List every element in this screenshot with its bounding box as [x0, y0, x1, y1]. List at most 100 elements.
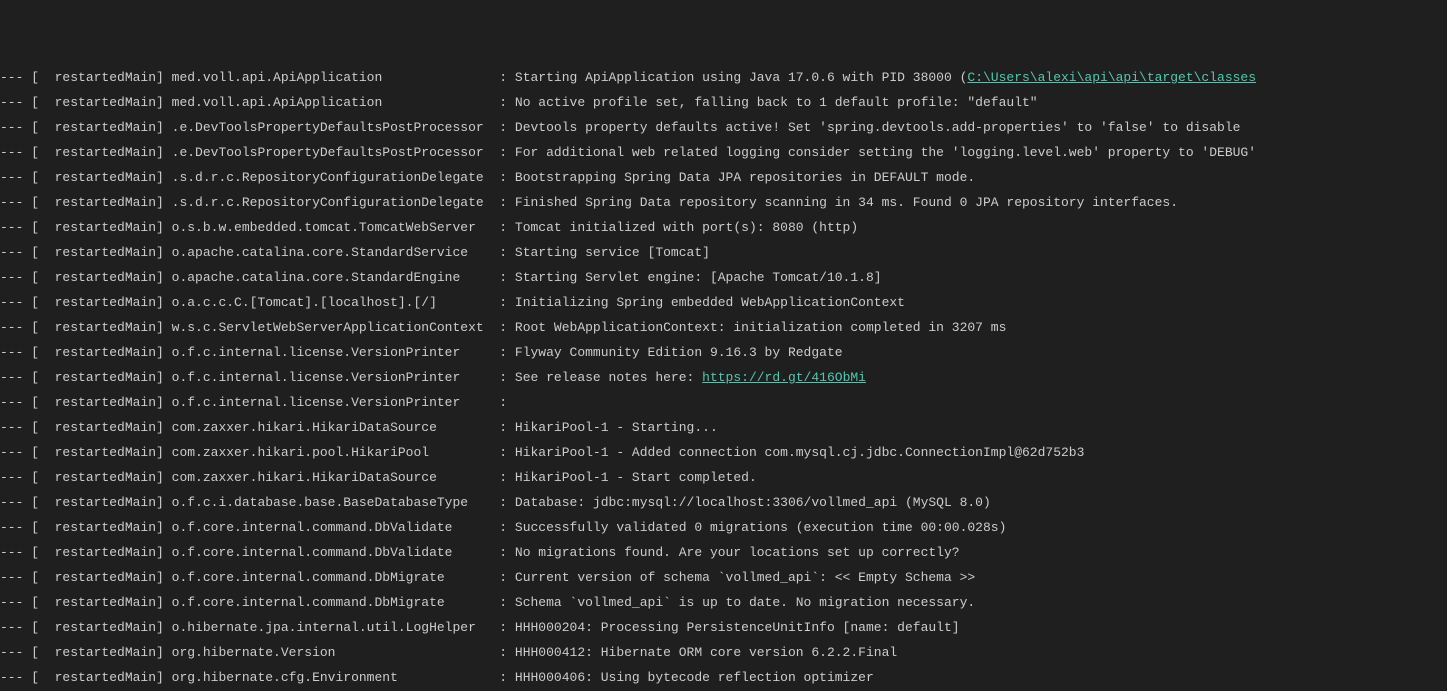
log-logger: org.hibernate.Version	[172, 645, 492, 660]
log-separator: :	[492, 170, 515, 185]
log-prefix: --- [ restartedMain]	[0, 670, 172, 685]
log-separator: :	[492, 445, 515, 460]
log-prefix: --- [ restartedMain]	[0, 345, 172, 360]
log-prefix: --- [ restartedMain]	[0, 520, 172, 535]
log-line: --- [ restartedMain] .e.DevToolsProperty…	[0, 140, 1447, 165]
log-message: HHH000406: Using bytecode reflection opt…	[515, 670, 874, 685]
log-message: Starting Servlet engine: [Apache Tomcat/…	[515, 270, 882, 285]
log-message: Root WebApplicationContext: initializati…	[515, 320, 1006, 335]
log-line: --- [ restartedMain] o.f.c.internal.lice…	[0, 390, 1447, 415]
log-line: --- [ restartedMain] o.f.core.internal.c…	[0, 540, 1447, 565]
log-message: For additional web related logging consi…	[515, 145, 1256, 160]
log-prefix: --- [ restartedMain]	[0, 270, 172, 285]
log-logger: com.zaxxer.hikari.HikariDataSource	[172, 470, 492, 485]
log-separator: :	[492, 670, 515, 685]
log-logger: .s.d.r.c.RepositoryConfigurationDelegate	[172, 195, 492, 210]
log-separator: :	[492, 195, 515, 210]
log-logger: o.f.core.internal.command.DbMigrate	[172, 570, 492, 585]
log-separator: :	[492, 470, 515, 485]
log-prefix: --- [ restartedMain]	[0, 570, 172, 585]
log-separator: :	[492, 370, 515, 385]
log-prefix: --- [ restartedMain]	[0, 370, 172, 385]
log-separator: :	[492, 295, 515, 310]
log-logger: w.s.c.ServletWebServerApplicationContext	[172, 320, 492, 335]
log-message: Tomcat initialized with port(s): 8080 (h…	[515, 220, 858, 235]
log-message: No migrations found. Are your locations …	[515, 545, 960, 560]
log-line: --- [ restartedMain] o.f.core.internal.c…	[0, 590, 1447, 615]
log-line: --- [ restartedMain] med.voll.api.ApiApp…	[0, 90, 1447, 115]
log-separator: :	[492, 145, 515, 160]
log-logger: med.voll.api.ApiApplication	[172, 70, 492, 85]
log-line: --- [ restartedMain] .s.d.r.c.Repository…	[0, 165, 1447, 190]
log-logger: com.zaxxer.hikari.pool.HikariPool	[172, 445, 492, 460]
log-line: --- [ restartedMain] o.f.core.internal.c…	[0, 515, 1447, 540]
log-message: Devtools property defaults active! Set '…	[515, 120, 1241, 135]
log-separator: :	[492, 70, 515, 85]
log-logger: med.voll.api.ApiApplication	[172, 95, 492, 110]
log-line: --- [ restartedMain] com.zaxxer.hikari.p…	[0, 440, 1447, 465]
log-line: --- [ restartedMain] o.apache.catalina.c…	[0, 240, 1447, 265]
log-logger: .e.DevToolsPropertyDefaultsPostProcessor	[172, 145, 492, 160]
log-prefix: --- [ restartedMain]	[0, 220, 172, 235]
log-logger: o.f.c.i.database.base.BaseDatabaseType	[172, 495, 492, 510]
log-separator: :	[492, 520, 515, 535]
log-logger: o.hibernate.jpa.internal.util.LogHelper	[172, 620, 492, 635]
log-message: Schema `vollmed_api` is up to date. No m…	[515, 595, 975, 610]
log-separator: :	[492, 495, 515, 510]
log-message: No active profile set, falling back to 1…	[515, 95, 1038, 110]
log-prefix: --- [ restartedMain]	[0, 595, 172, 610]
log-message-pre: Starting ApiApplication using Java 17.0.…	[515, 70, 967, 85]
log-separator: :	[492, 545, 515, 560]
log-prefix: --- [ restartedMain]	[0, 170, 172, 185]
log-line: --- [ restartedMain] .s.d.r.c.Repository…	[0, 190, 1447, 215]
log-logger: .s.d.r.c.RepositoryConfigurationDelegate	[172, 170, 492, 185]
log-link[interactable]: C:\Users\alexi\api\api\target\classes	[967, 70, 1256, 85]
log-prefix: --- [ restartedMain]	[0, 320, 172, 335]
log-prefix: --- [ restartedMain]	[0, 395, 172, 410]
log-separator: :	[492, 270, 515, 285]
log-separator: :	[492, 620, 515, 635]
log-prefix: --- [ restartedMain]	[0, 445, 172, 460]
log-line: --- [ restartedMain] .e.DevToolsProperty…	[0, 115, 1447, 140]
log-line: --- [ restartedMain] com.zaxxer.hikari.H…	[0, 465, 1447, 490]
log-message: HikariPool-1 - Added connection com.mysq…	[515, 445, 1085, 460]
log-separator: :	[492, 320, 515, 335]
log-line: --- [ restartedMain] o.s.b.w.embedded.to…	[0, 215, 1447, 240]
log-prefix: --- [ restartedMain]	[0, 495, 172, 510]
log-message: Initializing Spring embedded WebApplicat…	[515, 295, 905, 310]
log-prefix: --- [ restartedMain]	[0, 95, 172, 110]
log-message: Finished Spring Data repository scanning…	[515, 195, 1178, 210]
log-logger: o.s.b.w.embedded.tomcat.TomcatWebServer	[172, 220, 492, 235]
log-separator: :	[492, 395, 515, 410]
log-line: --- [ restartedMain] o.hibernate.jpa.int…	[0, 615, 1447, 640]
log-line: --- [ restartedMain] org.hibernate.Versi…	[0, 640, 1447, 665]
log-message: HHH000204: Processing PersistenceUnitInf…	[515, 620, 960, 635]
log-logger: .e.DevToolsPropertyDefaultsPostProcessor	[172, 120, 492, 135]
log-message-pre: See release notes here:	[515, 370, 702, 385]
log-logger: o.f.c.internal.license.VersionPrinter	[172, 395, 492, 410]
log-prefix: --- [ restartedMain]	[0, 245, 172, 260]
log-separator: :	[492, 345, 515, 360]
log-separator: :	[492, 570, 515, 585]
log-separator: :	[492, 95, 515, 110]
log-message: Bootstrapping Spring Data JPA repositori…	[515, 170, 975, 185]
log-logger: o.f.core.internal.command.DbValidate	[172, 520, 492, 535]
log-prefix: --- [ restartedMain]	[0, 545, 172, 560]
log-line: --- [ restartedMain] o.f.c.i.database.ba…	[0, 490, 1447, 515]
log-prefix: --- [ restartedMain]	[0, 70, 172, 85]
log-prefix: --- [ restartedMain]	[0, 620, 172, 635]
log-message: HikariPool-1 - Start completed.	[515, 470, 757, 485]
log-line: --- [ restartedMain] com.zaxxer.hikari.H…	[0, 415, 1447, 440]
log-logger: o.apache.catalina.core.StandardEngine	[172, 270, 492, 285]
log-separator: :	[492, 595, 515, 610]
log-prefix: --- [ restartedMain]	[0, 645, 172, 660]
log-message: HikariPool-1 - Starting...	[515, 420, 718, 435]
log-logger: org.hibernate.cfg.Environment	[172, 670, 492, 685]
log-prefix: --- [ restartedMain]	[0, 195, 172, 210]
log-prefix: --- [ restartedMain]	[0, 145, 172, 160]
console-output[interactable]: --- [ restartedMain] med.voll.api.ApiApp…	[0, 0, 1447, 690]
log-prefix: --- [ restartedMain]	[0, 420, 172, 435]
log-message: Current version of schema `vollmed_api`:…	[515, 570, 975, 585]
log-link[interactable]: https://rd.gt/416ObMi	[702, 370, 866, 385]
log-line: --- [ restartedMain] w.s.c.ServletWebSer…	[0, 315, 1447, 340]
